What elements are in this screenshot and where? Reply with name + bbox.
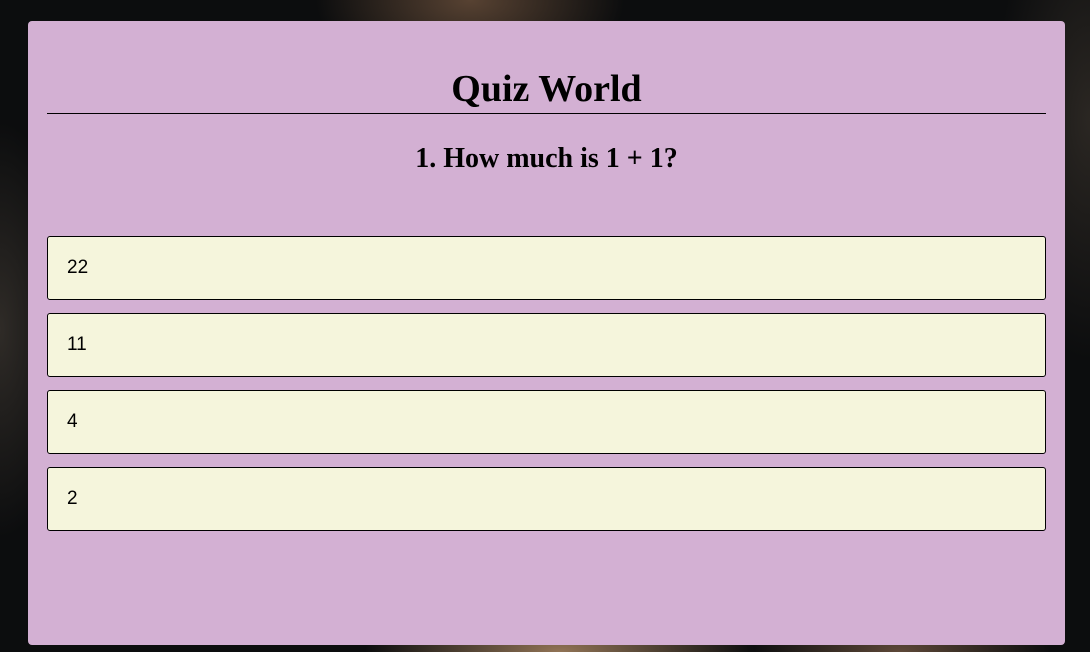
answer-label: 2	[67, 488, 78, 509]
answer-label: 4	[67, 411, 78, 432]
answer-label: 11	[67, 334, 87, 355]
page-title: Quiz World	[451, 68, 642, 110]
question-text: 1. How much is 1 + 1?	[415, 143, 678, 174]
answer-option[interactable]: 22	[47, 236, 1046, 300]
answer-option[interactable]: 4	[47, 390, 1046, 454]
answer-option[interactable]: 11	[47, 313, 1046, 377]
quiz-card: Quiz World 1. How much is 1 + 1? 22 11 4…	[28, 21, 1065, 645]
answer-list: 22 11 4 2	[47, 236, 1046, 544]
answer-label: 22	[67, 257, 89, 278]
answer-option[interactable]: 2	[47, 467, 1046, 531]
title-divider	[47, 113, 1046, 114]
